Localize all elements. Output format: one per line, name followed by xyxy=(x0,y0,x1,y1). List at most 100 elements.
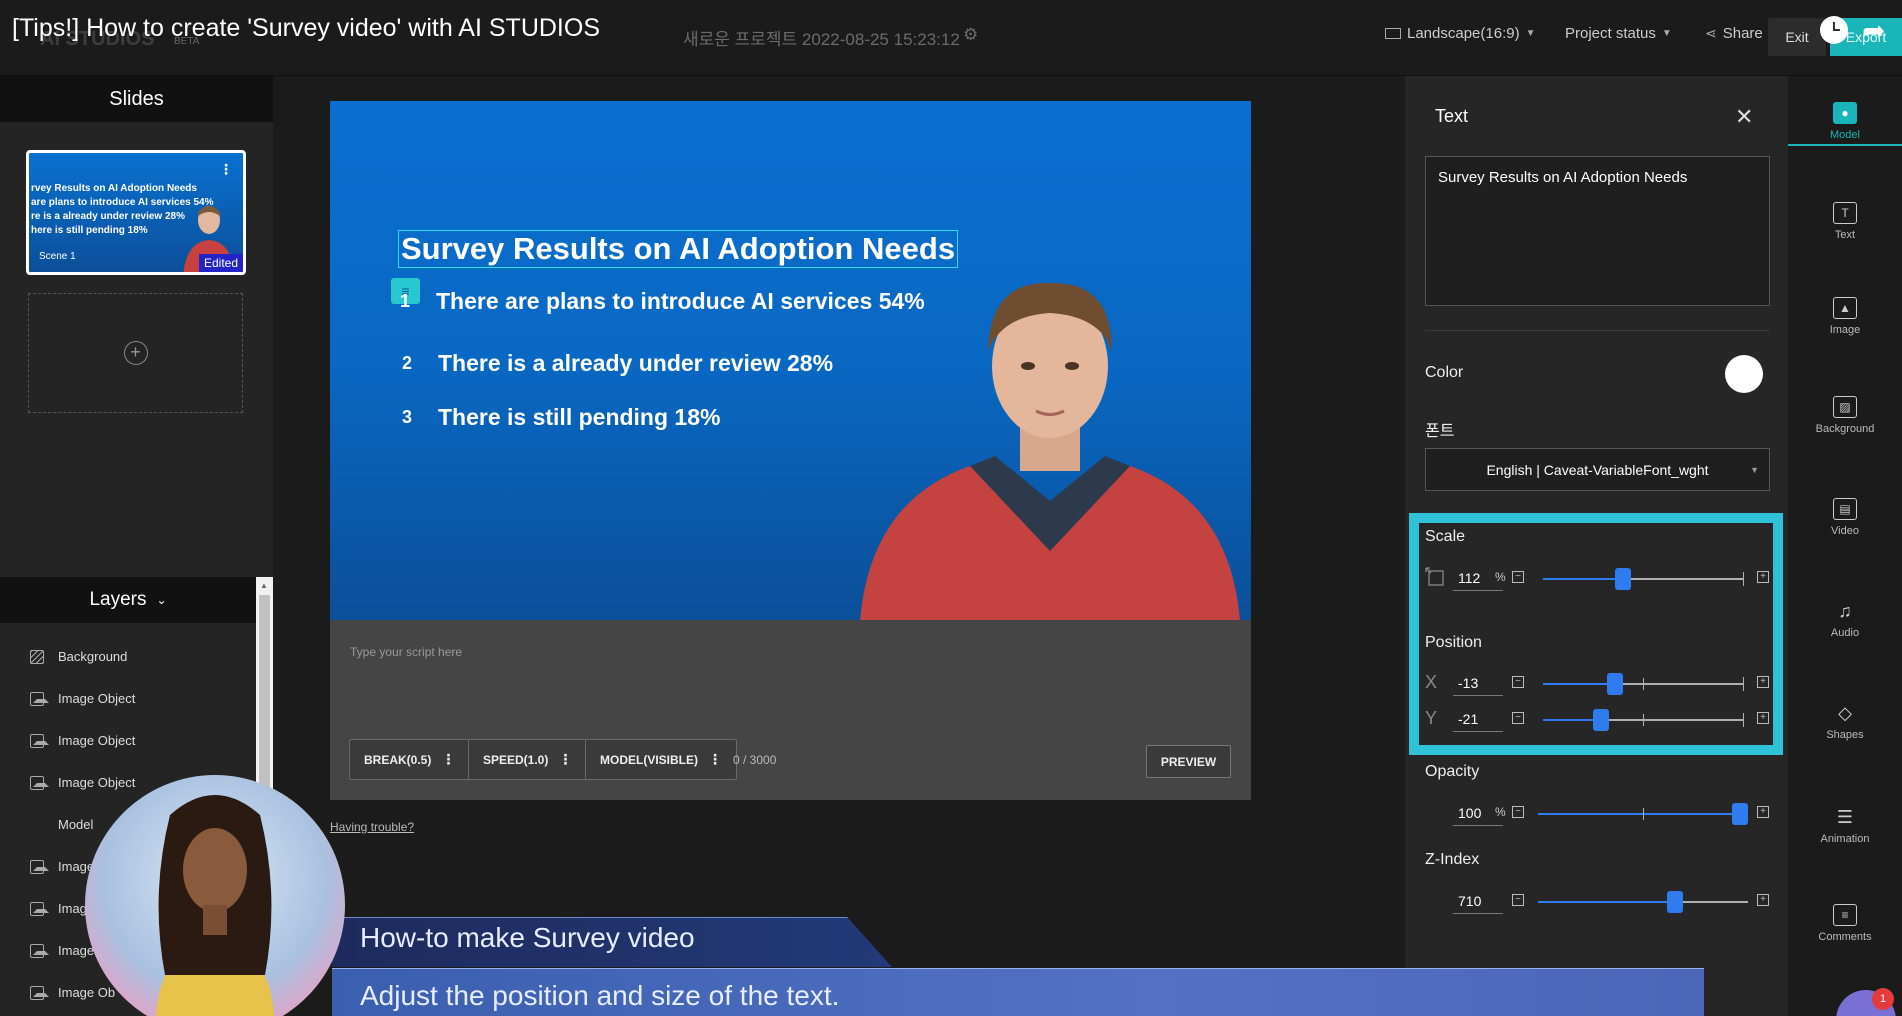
tool-image[interactable]: ▲ Image xyxy=(1788,297,1902,336)
preview-button[interactable]: PREVIEW xyxy=(1146,745,1231,778)
slide-thumbnail[interactable]: rvey Results on AI Adoption Needs are pl… xyxy=(26,150,246,275)
layer-item[interactable]: Image Object xyxy=(30,775,135,790)
having-trouble-link[interactable]: Having trouble? xyxy=(330,820,414,834)
layer-item[interactable]: Background xyxy=(30,649,127,664)
increase-button[interactable]: + xyxy=(1757,894,1769,906)
tool-background[interactable]: ▨ Background xyxy=(1788,396,1902,435)
break-label: BREAK(0.5) xyxy=(364,752,432,767)
text-content-field[interactable]: Survey Results on AI Adoption Needs xyxy=(1425,156,1770,306)
increase-button[interactable]: + xyxy=(1757,806,1769,818)
font-dropdown[interactable]: English | Caveat-VariableFont_wght ▼ xyxy=(1425,448,1770,491)
layer-label: Image Object xyxy=(58,775,136,790)
char-count: 0 / 3000 xyxy=(733,753,777,767)
speed-button[interactable]: SPEED(1.0) ⋮ xyxy=(468,739,588,780)
decrease-button[interactable]: − xyxy=(1512,712,1524,724)
layer-label: Image Object xyxy=(58,733,136,748)
image-icon xyxy=(30,943,49,958)
share-arrow-icon[interactable]: ➦ xyxy=(1862,14,1885,47)
comments-icon: ≡ xyxy=(1833,904,1857,926)
project-name[interactable]: 새로운 프로젝트 2022-08-25 15:23:12 xyxy=(683,25,960,50)
slider-knob[interactable] xyxy=(1593,709,1609,731)
tool-model[interactable]: ● Model xyxy=(1788,102,1902,146)
opacity-slider[interactable] xyxy=(1538,803,1748,825)
tool-shapes[interactable]: ◇ Shapes xyxy=(1788,702,1902,742)
z-index-label: Z-Index xyxy=(1425,851,1480,868)
clock-icon[interactable] xyxy=(1820,16,1848,44)
bullet-number: 1 xyxy=(400,291,411,311)
z-index-input[interactable]: 710 xyxy=(1453,888,1503,914)
layer-item[interactable]: Image Ob xyxy=(30,985,115,1000)
z-index-slider[interactable] xyxy=(1538,891,1748,913)
bullet-item[interactable]: 3 There is still pending 18% xyxy=(402,404,720,431)
color-swatch[interactable] xyxy=(1725,355,1763,393)
close-icon[interactable]: ✕ xyxy=(1735,104,1753,130)
ai-model-image[interactable] xyxy=(860,261,1240,620)
tool-animation[interactable]: ☰ Animation xyxy=(1788,806,1902,846)
aspect-label: Landscape(16:9) xyxy=(1407,25,1520,42)
increase-button[interactable]: + xyxy=(1757,712,1769,724)
layer-item[interactable]: Model xyxy=(30,817,574,992)
tool-comments[interactable]: ≡ Comments xyxy=(1788,904,1902,943)
layer-item[interactable]: Image Object xyxy=(30,733,135,748)
y-position-input[interactable]: -21 xyxy=(1453,706,1503,732)
slider-end-tick xyxy=(1743,677,1744,691)
audio-icon: ♫ xyxy=(1838,600,1852,621)
slide-canvas[interactable]: Survey Results on AI Adoption Needs ≡ 1 … xyxy=(330,101,1251,620)
image-icon: ▲ xyxy=(1833,297,1857,319)
tool-label: Shapes xyxy=(1826,729,1864,741)
aspect-ratio-dropdown[interactable]: Landscape(16:9) ▼ xyxy=(1385,25,1536,42)
x-position-slider[interactable] xyxy=(1543,673,1744,695)
slider-end-tick xyxy=(1743,713,1744,727)
slider-knob[interactable] xyxy=(1666,891,1683,913)
thumb-line: rvey Results on AI Adoption Needs xyxy=(31,183,197,194)
decrease-button[interactable]: − xyxy=(1512,806,1524,818)
kebab-icon[interactable]: ⋮ xyxy=(219,161,233,178)
tool-label: Animation xyxy=(1820,833,1870,845)
increase-button[interactable]: + xyxy=(1757,676,1769,688)
x-axis-label: X xyxy=(1425,672,1438,692)
tool-text[interactable]: T Text xyxy=(1788,202,1902,241)
layer-item[interactable]: Image xyxy=(30,943,94,958)
right-toolbar: ● Model T Text ▲ Image ▨ Background ▤ Vi… xyxy=(1788,76,1902,1016)
share-button[interactable]: ⋖ Share xyxy=(1705,25,1763,42)
slider-knob[interactable] xyxy=(1732,803,1748,825)
project-status-dropdown[interactable]: Project status ▼ xyxy=(1565,25,1672,42)
add-slide-button[interactable]: + xyxy=(28,293,243,413)
text-properties-panel: Text ✕ Survey Results on AI Adoption Nee… xyxy=(1405,76,1788,1016)
scale-slider[interactable] xyxy=(1543,568,1744,590)
y-position-slider[interactable] xyxy=(1543,709,1744,731)
bullet-item[interactable]: 2 There is a already under review 28% xyxy=(402,350,833,377)
gear-icon[interactable]: ⚙ xyxy=(963,25,978,45)
percent-unit: % xyxy=(1495,570,1506,584)
layer-label: Image Object xyxy=(58,691,136,706)
tool-label: Video xyxy=(1831,525,1859,537)
image-icon xyxy=(30,901,49,916)
exit-button[interactable]: Exit xyxy=(1768,18,1826,56)
share-icon: ⋖ xyxy=(1705,25,1717,41)
caption-bottom-text: Adjust the position and size of the text… xyxy=(360,980,840,1011)
decrease-button[interactable]: − xyxy=(1512,894,1524,906)
opacity-label: Opacity xyxy=(1425,763,1480,780)
model-visible-button[interactable]: MODEL(VISIBLE) ⋮ xyxy=(585,739,737,780)
scroll-up-icon[interactable]: ▲ xyxy=(260,581,268,590)
tool-audio[interactable]: ♫ Audio xyxy=(1788,600,1902,640)
image-icon xyxy=(30,985,49,1000)
decrease-button[interactable]: − xyxy=(1512,571,1524,583)
tool-video[interactable]: ▤ Video xyxy=(1788,498,1902,537)
x-position-input[interactable]: -13 xyxy=(1453,670,1503,696)
bullet-text: There are plans to introduce AI services… xyxy=(436,288,925,314)
increase-button[interactable]: + xyxy=(1757,571,1769,583)
break-button[interactable]: BREAK(0.5) ⋮ xyxy=(349,739,471,780)
thumb-line: here is still pending 18% xyxy=(31,225,148,236)
layers-header[interactable]: Layers ⌄ xyxy=(0,577,256,623)
script-editor[interactable]: Type your script here BREAK(0.5) ⋮ SPEED… xyxy=(330,620,1251,800)
slider-knob[interactable] xyxy=(1615,568,1631,590)
layer-item[interactable]: Image Object xyxy=(30,691,135,706)
layer-item[interactable]: Image xyxy=(30,859,94,874)
slider-mid-tick xyxy=(1643,808,1644,820)
decrease-button[interactable]: − xyxy=(1512,676,1524,688)
text-icon: T xyxy=(1833,202,1857,224)
slider-knob[interactable] xyxy=(1607,673,1623,695)
position-label: Position xyxy=(1425,634,1482,651)
bullet-item[interactable]: 1 There are plans to introduce AI servic… xyxy=(400,288,925,315)
